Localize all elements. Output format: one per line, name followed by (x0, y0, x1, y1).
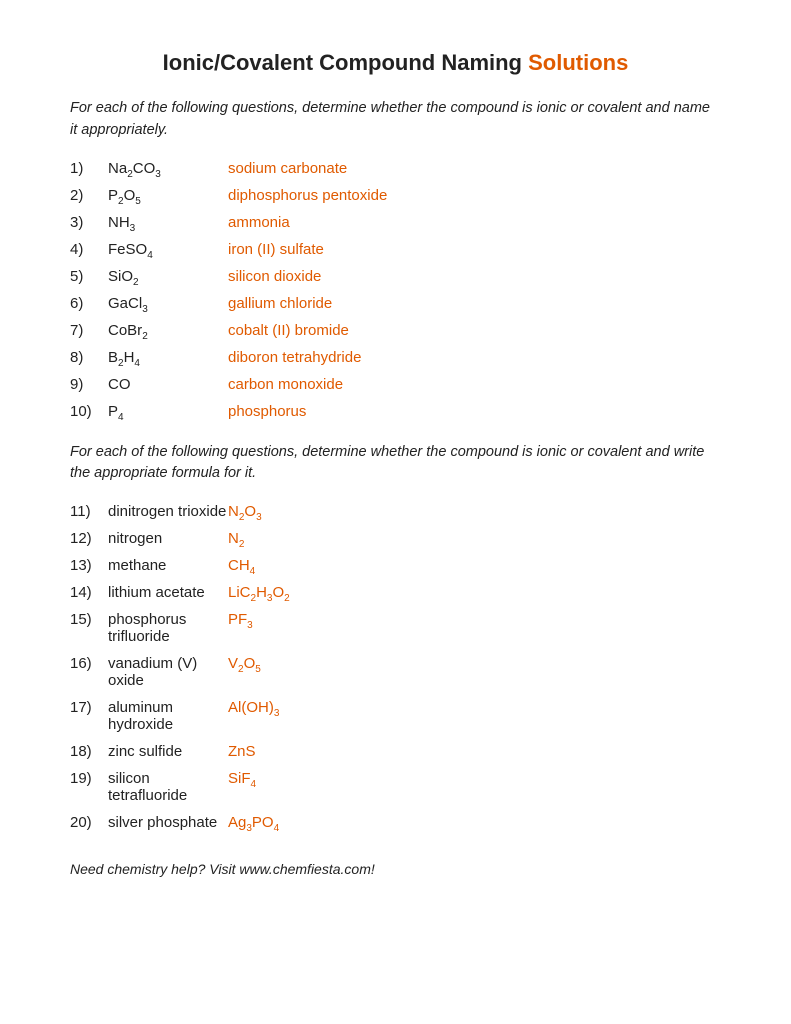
item-formula: GaCl3 (108, 295, 228, 312)
item-number: 11) (70, 503, 108, 520)
item-number: 20) (70, 814, 108, 831)
item-answer: diphosphorus pentoxide (228, 187, 387, 204)
title-prefix: Ionic/Covalent Compound Naming (163, 50, 528, 75)
item-formula: P4 (108, 403, 228, 420)
item-answer: sodium carbonate (228, 160, 347, 177)
item-formula: Na2CO3 (108, 160, 228, 177)
item-number: 12) (70, 530, 108, 547)
item-answer: N2O3 (228, 503, 262, 520)
list-item: 20) silver phosphate Ag3PO4 (70, 814, 721, 831)
section2-list: 11) dinitrogen trioxide N2O3 12) nitroge… (70, 503, 721, 831)
list-item: 4) FeSO4 iron (II) sulfate (70, 241, 721, 258)
item-formula: SiO2 (108, 268, 228, 285)
item-name: vanadium (V) oxide (108, 655, 228, 689)
item-number: 18) (70, 743, 108, 760)
item-answer: Al(OH)3 (228, 699, 279, 716)
list-item: 16) vanadium (V) oxide V2O5 (70, 655, 721, 689)
item-answer: ammonia (228, 214, 290, 231)
list-item: 11) dinitrogen trioxide N2O3 (70, 503, 721, 520)
item-answer: CH4 (228, 557, 255, 574)
item-formula: FeSO4 (108, 241, 228, 258)
item-number: 15) (70, 611, 108, 628)
item-formula: CoBr2 (108, 322, 228, 339)
item-formula: B2H4 (108, 349, 228, 366)
section2-instructions: For each of the following questions, det… (70, 442, 721, 486)
list-item: 5) SiO2 silicon dioxide (70, 268, 721, 285)
item-number: 5) (70, 268, 108, 285)
list-item: 3) NH3 ammonia (70, 214, 721, 231)
item-answer: SiF4 (228, 770, 256, 787)
page-title: Ionic/Covalent Compound Naming Solutions (70, 50, 721, 76)
item-number: 7) (70, 322, 108, 339)
item-name: methane (108, 557, 228, 574)
item-answer: PF3 (228, 611, 253, 628)
title-highlight: Solutions (528, 50, 628, 75)
item-answer: Ag3PO4 (228, 814, 279, 831)
item-number: 1) (70, 160, 108, 177)
item-answer: silicon dioxide (228, 268, 321, 285)
list-item: 1) Na2CO3 sodium carbonate (70, 160, 721, 177)
item-answer: cobalt (II) bromide (228, 322, 349, 339)
item-number: 4) (70, 241, 108, 258)
item-number: 10) (70, 403, 108, 420)
item-number: 16) (70, 655, 108, 672)
item-number: 17) (70, 699, 108, 716)
item-name: lithium acetate (108, 584, 228, 601)
list-item: 8) B2H4 diboron tetrahydride (70, 349, 721, 366)
list-item: 9) CO carbon monoxide (70, 376, 721, 393)
item-answer: V2O5 (228, 655, 261, 672)
item-number: 3) (70, 214, 108, 231)
item-number: 19) (70, 770, 108, 787)
item-number: 13) (70, 557, 108, 574)
item-answer: iron (II) sulfate (228, 241, 324, 258)
item-number: 2) (70, 187, 108, 204)
item-formula: P2O5 (108, 187, 228, 204)
list-item: 19) silicon tetrafluoride SiF4 (70, 770, 721, 804)
item-name: zinc sulfide (108, 743, 228, 760)
item-name: nitrogen (108, 530, 228, 547)
list-item: 7) CoBr2 cobalt (II) bromide (70, 322, 721, 339)
item-name: aluminum hydroxide (108, 699, 228, 733)
list-item: 13) methane CH4 (70, 557, 721, 574)
list-item: 18) zinc sulfide ZnS (70, 743, 721, 760)
item-answer: phosphorus (228, 403, 306, 420)
list-item: 14) lithium acetate LiC2H3O2 (70, 584, 721, 601)
list-item: 2) P2O5 diphosphorus pentoxide (70, 187, 721, 204)
section1-list: 1) Na2CO3 sodium carbonate 2) P2O5 dipho… (70, 160, 721, 420)
section1-instructions: For each of the following questions, det… (70, 98, 721, 142)
item-number: 8) (70, 349, 108, 366)
item-answer: carbon monoxide (228, 376, 343, 393)
list-item: 12) nitrogen N2 (70, 530, 721, 547)
item-name: silver phosphate (108, 814, 228, 831)
item-number: 9) (70, 376, 108, 393)
list-item: 10) P4 phosphorus (70, 403, 721, 420)
item-number: 6) (70, 295, 108, 312)
item-answer: gallium chloride (228, 295, 332, 312)
item-answer: ZnS (228, 743, 256, 760)
item-number: 14) (70, 584, 108, 601)
list-item: 6) GaCl3 gallium chloride (70, 295, 721, 312)
item-answer: diboron tetrahydride (228, 349, 361, 366)
list-item: 17) aluminum hydroxide Al(OH)3 (70, 699, 721, 733)
item-answer: LiC2H3O2 (228, 584, 290, 601)
list-item: 15) phosphorus trifluoride PF3 (70, 611, 721, 645)
item-formula: NH3 (108, 214, 228, 231)
item-name: dinitrogen trioxide (108, 503, 228, 520)
item-name: silicon tetrafluoride (108, 770, 228, 804)
footer-text: Need chemistry help? Visit www.chemfiest… (70, 861, 721, 877)
item-name: phosphorus trifluoride (108, 611, 228, 645)
item-answer: N2 (228, 530, 244, 547)
item-formula: CO (108, 376, 228, 393)
